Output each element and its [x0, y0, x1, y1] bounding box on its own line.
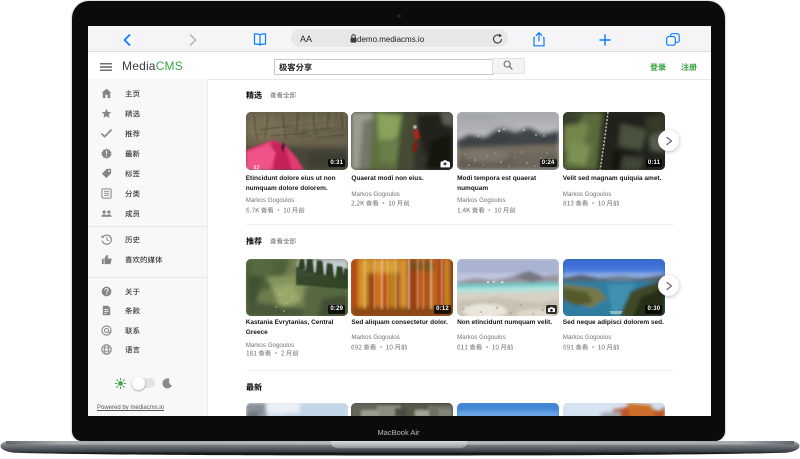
svg-text:42: 42	[253, 166, 260, 170]
